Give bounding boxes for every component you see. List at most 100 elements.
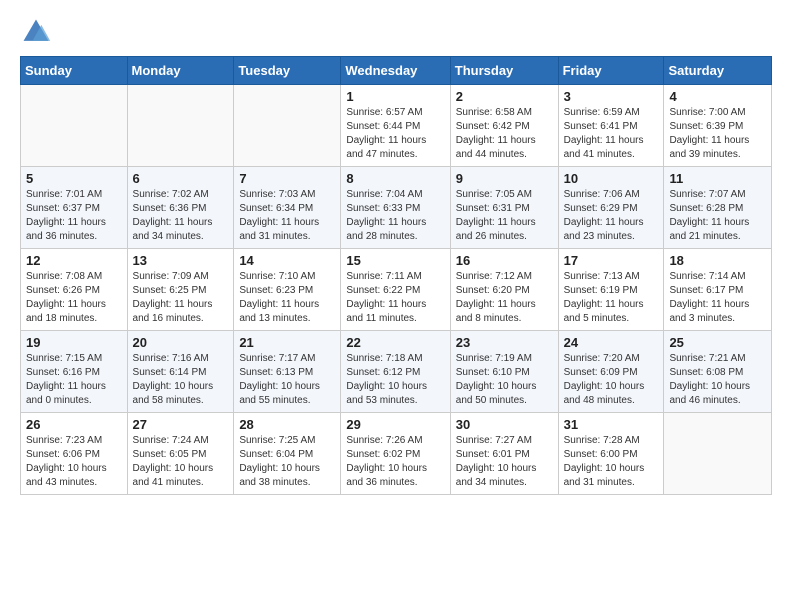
calendar-cell: 9Sunrise: 7:05 AM Sunset: 6:31 PM Daylig… [450,167,558,249]
calendar-cell: 29Sunrise: 7:26 AM Sunset: 6:02 PM Dayli… [341,413,450,495]
calendar-cell: 2Sunrise: 6:58 AM Sunset: 6:42 PM Daylig… [450,85,558,167]
calendar-cell [664,413,772,495]
calendar-cell: 20Sunrise: 7:16 AM Sunset: 6:14 PM Dayli… [127,331,234,413]
day-number: 23 [456,335,553,350]
day-number: 22 [346,335,444,350]
day-info: Sunrise: 7:15 AM Sunset: 6:16 PM Dayligh… [26,352,122,408]
calendar-cell: 4 Sunrise: 7:00 AM Sunset: 6:39 PM Daylig… [664,85,772,167]
col-header-thursday: Thursday [450,57,558,85]
day-info: Sunrise: 6:59 AM Sunset: 6:41 PM Dayligh… [564,106,659,162]
calendar-cell: 30 Sunrise: 7:27 AM Sunset: 6:01 PM Dayli… [450,413,558,495]
day-info: Sunrise: 7:02 AM Sunset: 6:36 PM Dayligh… [133,188,229,244]
calendar-cell: 16 Sunrise: 7:12 AM Sunset: 6:20 PM Dayli… [450,249,558,331]
calendar-cell: 25 Sunrise: 7:21 AM Sunset: 6:08 PM Dayli… [664,331,772,413]
col-header-tuesday: Tuesday [234,57,341,85]
day-number: 1 [346,89,444,104]
calendar-cell: 5 Sunrise: 7:01 AM Sunset: 6:37 PM Daylig… [21,167,128,249]
day-number: 16 [456,253,553,268]
calendar-cell: 15 Sunrise: 7:11 AM Sunset: 6:22 PM Dayli… [341,249,450,331]
day-number: 25 [669,335,766,350]
calendar-header-row: SundayMondayTuesdayWednesdayThursdayFrid… [21,57,772,85]
calendar-cell: 21 Sunrise: 7:17 AM Sunset: 6:13 PM Dayli… [234,331,341,413]
calendar-cell: 23 Sunrise: 7:19 AM Sunset: 6:10 PM Dayli… [450,331,558,413]
calendar-cell: 6 Sunrise: 7:02 AM Sunset: 6:36 PM Daylig… [127,167,234,249]
day-number: 19 [26,335,122,350]
day-info: Sunrise: 7:05 AM Sunset: 6:31 PM Dayligh… [456,188,553,244]
day-number: 30 [456,417,553,432]
day-info: Sunrise: 7:27 AM Sunset: 6:01 PM Dayligh… [456,434,553,490]
day-number: 2 [456,89,553,104]
day-number: 17 [564,253,659,268]
day-info: Sunrise: 7:25 AM Sunset: 6:04 PM Dayligh… [239,434,335,490]
calendar-cell: 13 Sunrise: 7:09 AM Sunset: 6:25 PM Dayli… [127,249,234,331]
week-row-5: 26 Sunrise: 7:23 AM Sunset: 6:06 PM Dayli… [21,413,772,495]
day-info: Sunrise: 7:17 AM Sunset: 6:13 PM Dayligh… [239,352,335,408]
day-number: 4 [669,89,766,104]
day-info: Sunrise: 7:03 AM Sunset: 6:34 PM Dayligh… [239,188,335,244]
day-info: Sunrise: 7:08 AM Sunset: 6:26 PM Dayligh… [26,270,122,326]
calendar-cell: 27 Sunrise: 7:24 AM Sunset: 6:05 PM Dayli… [127,413,234,495]
day-info: Sunrise: 7:21 AM Sunset: 6:08 PM Dayligh… [669,352,766,408]
day-info: Sunrise: 7:06 AM Sunset: 6:29 PM Dayligh… [564,188,659,244]
day-info: Sunrise: 7:19 AM Sunset: 6:10 PM Dayligh… [456,352,553,408]
week-row-1: 1 Sunrise: 6:57 AM Sunset: 6:44 PM Daylig… [21,85,772,167]
day-number: 6 [133,171,229,186]
day-info: Sunrise: 7:00 AM Sunset: 6:39 PM Dayligh… [669,106,766,162]
day-number: 27 [133,417,229,432]
calendar-cell: 24 Sunrise: 7:20 AM Sunset: 6:09 PM Dayli… [558,331,664,413]
day-number: 13 [133,253,229,268]
day-number: 14 [239,253,335,268]
day-number: 28 [239,417,335,432]
calendar-cell [127,85,234,167]
calendar-cell: 14Sunrise: 7:10 AM Sunset: 6:23 PM Dayli… [234,249,341,331]
calendar-cell: 22 Sunrise: 7:18 AM Sunset: 6:12 PM Dayli… [341,331,450,413]
day-info: Sunrise: 6:57 AM Sunset: 6:44 PM Dayligh… [346,106,444,162]
calendar-cell: 31 Sunrise: 7:28 AM Sunset: 6:00 PM Dayli… [558,413,664,495]
calendar-cell: 7 Sunrise: 7:03 AM Sunset: 6:34 PM Daylig… [234,167,341,249]
calendar-cell: 10 Sunrise: 7:06 AM Sunset: 6:29 PM Dayli… [558,167,664,249]
header [20,16,772,48]
day-number: 7 [239,171,335,186]
day-info: Sunrise: 7:11 AM Sunset: 6:22 PM Dayligh… [346,270,444,326]
day-info: Sunrise: 7:01 AM Sunset: 6:37 PM Dayligh… [26,188,122,244]
day-info: Sunrise: 7:09 AM Sunset: 6:25 PM Dayligh… [133,270,229,326]
day-number: 18 [669,253,766,268]
day-info: Sunrise: 7:18 AM Sunset: 6:12 PM Dayligh… [346,352,444,408]
calendar-cell: 19 Sunrise: 7:15 AM Sunset: 6:16 PM Dayli… [21,331,128,413]
day-number: 31 [564,417,659,432]
calendar-cell: 12 Sunrise: 7:08 AM Sunset: 6:26 PM Dayli… [21,249,128,331]
calendar-cell: 18 Sunrise: 7:14 AM Sunset: 6:17 PM Dayli… [664,249,772,331]
calendar-cell: 28 Sunrise: 7:25 AM Sunset: 6:04 PM Dayli… [234,413,341,495]
calendar-cell [21,85,128,167]
calendar-cell: 1 Sunrise: 6:57 AM Sunset: 6:44 PM Daylig… [341,85,450,167]
calendar-cell: 26 Sunrise: 7:23 AM Sunset: 6:06 PM Dayli… [21,413,128,495]
col-header-friday: Friday [558,57,664,85]
day-info: Sunrise: 7:07 AM Sunset: 6:28 PM Dayligh… [669,188,766,244]
calendar-cell: 11Sunrise: 7:07 AM Sunset: 6:28 PM Dayli… [664,167,772,249]
day-info: Sunrise: 7:16 AM Sunset: 6:14 PM Dayligh… [133,352,229,408]
col-header-sunday: Sunday [21,57,128,85]
day-info: Sunrise: 7:12 AM Sunset: 6:20 PM Dayligh… [456,270,553,326]
col-header-saturday: Saturday [664,57,772,85]
day-number: 26 [26,417,122,432]
day-info: Sunrise: 7:14 AM Sunset: 6:17 PM Dayligh… [669,270,766,326]
day-info: Sunrise: 7:20 AM Sunset: 6:09 PM Dayligh… [564,352,659,408]
day-info: Sunrise: 7:24 AM Sunset: 6:05 PM Dayligh… [133,434,229,490]
day-number: 5 [26,171,122,186]
day-number: 21 [239,335,335,350]
calendar-cell: 8Sunrise: 7:04 AM Sunset: 6:33 PM Daylig… [341,167,450,249]
calendar-cell [234,85,341,167]
day-info: Sunrise: 7:28 AM Sunset: 6:00 PM Dayligh… [564,434,659,490]
calendar-cell: 3Sunrise: 6:59 AM Sunset: 6:41 PM Daylig… [558,85,664,167]
day-number: 10 [564,171,659,186]
day-info: Sunrise: 7:23 AM Sunset: 6:06 PM Dayligh… [26,434,122,490]
day-number: 15 [346,253,444,268]
col-header-wednesday: Wednesday [341,57,450,85]
day-info: Sunrise: 7:04 AM Sunset: 6:33 PM Dayligh… [346,188,444,244]
day-number: 24 [564,335,659,350]
day-info: Sunrise: 7:26 AM Sunset: 6:02 PM Dayligh… [346,434,444,490]
logo-icon [20,16,52,48]
page: SundayMondayTuesdayWednesdayThursdayFrid… [0,0,792,612]
logo [20,16,56,48]
day-number: 12 [26,253,122,268]
